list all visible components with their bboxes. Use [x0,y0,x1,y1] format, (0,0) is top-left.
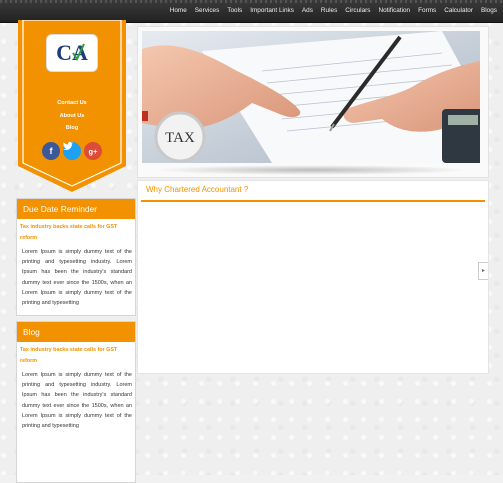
tax-label: TAX [165,130,195,146]
nav-blogs[interactable]: Blogs [477,0,501,22]
due-date-reminder-box: Due Date Reminder Tax industry backs sta… [16,198,136,316]
twitter-bird-icon [63,142,73,150]
tax-illustration: TAX [142,31,480,163]
hero-image-tax-paperwork: TAX [142,31,480,163]
nav-circulars[interactable]: Circulars [341,0,374,22]
main-nav: Home Services Tools Important Links Ads … [166,0,501,22]
twitter-icon[interactable] [63,142,81,160]
contact-us-link[interactable]: Contact Us [18,97,126,110]
facebook-icon[interactable]: f [42,142,60,160]
blog-link[interactable]: Blog [18,122,126,135]
blog-heading: Blog [17,322,135,342]
due-date-body: Lorem Ipsum is simply dummy text of the … [22,249,132,307]
ribbon-links: Contact Us About Us Blog [18,97,126,135]
facebook-glyph: f [49,146,53,156]
ca-logo[interactable]: CA [46,34,98,72]
nav-tools[interactable]: Tools [223,0,246,22]
nav-important-links[interactable]: Important Links [246,0,298,22]
side-scroll-tab[interactable]: ▸ [478,262,488,280]
nav-home[interactable]: Home [166,0,191,22]
section-title: Why Chartered Accountant ? [146,185,249,194]
blog-news-link[interactable]: Tax industry backs state calls for GST r… [17,342,135,366]
logo-check-icon [72,43,85,61]
nav-services[interactable]: Services [191,0,224,22]
why-chartered-accountant-section: Why Chartered Accountant ? [137,180,489,374]
section-title-underline [141,200,485,202]
nav-calculator[interactable]: Calculator [440,0,477,22]
blog-body: Lorem Ipsum is simply dummy text of the … [22,372,132,430]
nav-notification[interactable]: Notification [374,0,414,22]
nav-rules[interactable]: Rules [317,0,341,22]
due-date-news-link[interactable]: Tax industry backs state calls for GST r… [17,219,135,243]
google-plus-icon[interactable]: g+ [84,142,102,160]
brand-ribbon: CA Contact Us About Us Blog f g+ [18,20,126,192]
blog-box: Blog Tax industry backs state calls for … [16,321,136,483]
about-us-link[interactable]: About Us [18,110,126,123]
google-plus-glyph: g+ [88,146,98,156]
due-date-heading: Due Date Reminder [17,199,135,219]
nav-ads[interactable]: Ads [298,0,317,22]
hero-shadow [152,165,470,175]
nav-forms[interactable]: Forms [414,0,440,22]
